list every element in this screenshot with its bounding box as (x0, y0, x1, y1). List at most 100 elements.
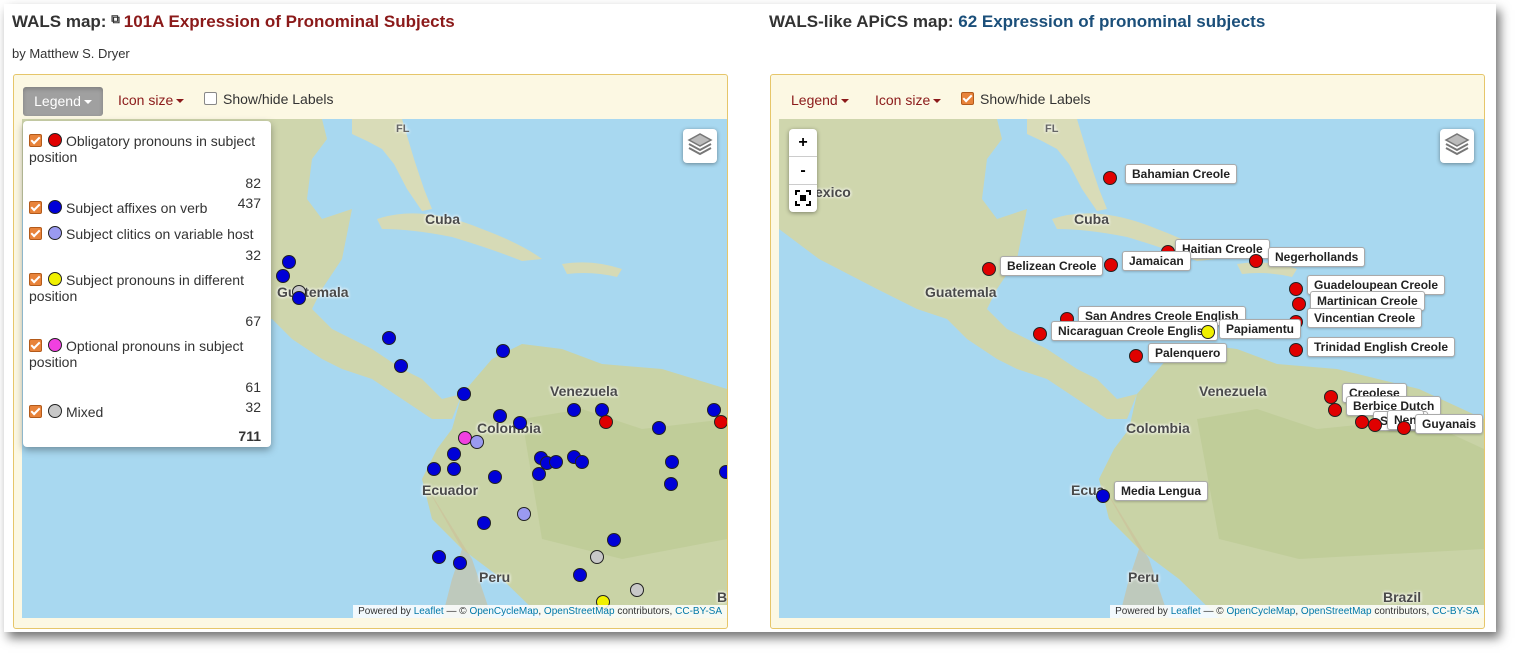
opencyclemap-link[interactable]: OpenCycleMap (1226, 606, 1295, 617)
map-marker[interactable] (292, 291, 306, 305)
show-labels-toggle[interactable]: Show/hide Labels (204, 91, 334, 107)
language-label[interactable]: Trinidad English Creole (1307, 337, 1456, 357)
map-marker[interactable] (630, 583, 644, 597)
map-marker[interactable] (427, 462, 441, 476)
fullscreen-icon (795, 190, 811, 206)
icon-size-dropdown[interactable]: Icon size (118, 92, 185, 108)
map-marker[interactable] (664, 477, 678, 491)
map-marker[interactable] (590, 550, 604, 564)
show-labels-toggle[interactable]: Show/hide Labels (961, 91, 1091, 107)
map-marker[interactable] (982, 262, 996, 276)
language-label[interactable]: Jamaican (1122, 251, 1191, 271)
map-marker[interactable] (1096, 489, 1110, 503)
legend-item[interactable]: Subject pronouns in different position (29, 272, 265, 304)
map-marker[interactable] (719, 465, 727, 479)
icon-size-dropdown[interactable]: Icon size (875, 92, 942, 108)
map-marker[interactable] (447, 462, 461, 476)
language-label[interactable]: Guyanais (1415, 414, 1484, 434)
language-label[interactable]: Papiamentu (1219, 319, 1302, 339)
map-marker[interactable] (1201, 325, 1215, 339)
map-marker[interactable] (573, 568, 587, 582)
legend-checkbox[interactable] (29, 227, 42, 240)
map-marker[interactable] (276, 269, 290, 283)
map-marker[interactable] (382, 331, 396, 345)
map-marker[interactable] (457, 387, 471, 401)
wals-feature-link[interactable]: 101A Expression of Pronominal Subjects (124, 12, 455, 31)
map-marker[interactable] (1328, 403, 1342, 417)
legend-checkbox[interactable] (29, 405, 42, 418)
map-marker[interactable] (1129, 349, 1143, 363)
map-marker[interactable] (470, 435, 484, 449)
layers-control-button[interactable] (683, 129, 717, 163)
map-marker[interactable] (282, 255, 296, 269)
map-marker[interactable] (493, 409, 507, 423)
map-marker[interactable] (1249, 254, 1263, 268)
map-marker[interactable] (665, 455, 679, 469)
legend-item[interactable]: Obligatory pronouns in subject position (29, 133, 265, 165)
legend-item[interactable]: Optional pronouns in subject position (29, 338, 265, 370)
external-link-icon[interactable]: ⧉ (111, 12, 120, 27)
leaflet-link[interactable]: Leaflet (1171, 606, 1201, 617)
legend-count: 67 (245, 313, 261, 329)
map-marker[interactable] (1292, 297, 1306, 311)
language-label[interactable]: Belizean Creole (1000, 256, 1104, 276)
leaflet-link[interactable]: Leaflet (414, 606, 444, 617)
license-link[interactable]: CC-BY-SA (675, 606, 722, 617)
map-marker[interactable] (1355, 415, 1369, 429)
map-marker[interactable] (599, 415, 613, 429)
map-marker[interactable] (1368, 418, 1382, 432)
license-link[interactable]: CC-BY-SA (1432, 606, 1479, 617)
language-label[interactable]: Nicaraguan Creole English (1051, 321, 1218, 341)
map-marker[interactable] (496, 344, 510, 358)
layers-control-button[interactable] (1440, 129, 1474, 163)
map-marker[interactable] (714, 415, 727, 429)
language-label[interactable]: Vincentian Creole (1307, 308, 1423, 328)
map-marker[interactable] (394, 359, 408, 373)
map-marker[interactable] (517, 507, 531, 521)
map-marker[interactable] (1289, 343, 1303, 357)
map-marker[interactable] (575, 455, 589, 469)
openstreetmap-link[interactable]: OpenStreetMap (1301, 606, 1372, 617)
legend-checkbox[interactable] (29, 339, 42, 352)
show-labels-checkbox[interactable] (204, 92, 217, 105)
zoom-in-button[interactable]: + (789, 129, 817, 157)
geo-label-colombia: Colombia (477, 420, 541, 436)
map-marker[interactable] (477, 516, 491, 530)
map-marker[interactable] (453, 556, 467, 570)
map-marker[interactable] (607, 533, 621, 547)
map-marker[interactable] (532, 467, 546, 481)
fullscreen-button[interactable] (789, 185, 817, 212)
map-marker[interactable] (567, 403, 581, 417)
openstreetmap-link[interactable]: OpenStreetMap (544, 606, 615, 617)
language-label[interactable]: Bahamian Creole (1125, 164, 1238, 184)
map-marker[interactable] (432, 550, 446, 564)
geo-label-mexico: exico (815, 184, 851, 200)
map-marker[interactable] (652, 421, 666, 435)
map-marker[interactable] (447, 447, 461, 461)
legend-item[interactable]: Subject affixes on verb (29, 200, 265, 216)
language-label[interactable]: Negerhollands (1268, 247, 1366, 267)
language-label[interactable]: Media Lengua (1114, 481, 1209, 501)
show-labels-checkbox[interactable] (961, 92, 974, 105)
map-marker[interactable] (549, 455, 563, 469)
map-marker[interactable] (513, 416, 527, 430)
apics-feature-link[interactable]: 62 Expression of pronominal subjects (958, 12, 1265, 31)
map-marker[interactable] (488, 470, 502, 484)
legend-checkbox[interactable] (29, 134, 42, 147)
zoom-out-button[interactable]: - (789, 157, 817, 185)
map-marker[interactable] (1104, 258, 1118, 272)
legend-button[interactable]: Legend (23, 87, 103, 116)
map-marker[interactable] (1324, 390, 1338, 404)
legend-checkbox[interactable] (29, 273, 42, 286)
right-map[interactable]: FL exico Cuba Guatemala Venezuela Colomb… (779, 119, 1484, 618)
map-marker[interactable] (1103, 171, 1117, 185)
legend-checkbox[interactable] (29, 201, 42, 214)
map-marker[interactable] (1033, 327, 1047, 341)
legend-item[interactable]: Subject clitics on variable host (29, 226, 265, 242)
legend-item[interactable]: Mixed (29, 404, 265, 420)
legend-dropdown-link[interactable]: Legend (791, 92, 849, 108)
opencyclemap-link[interactable]: OpenCycleMap (469, 606, 538, 617)
map-marker[interactable] (1289, 282, 1303, 296)
language-label[interactable]: Palenquero (1148, 343, 1228, 363)
map-marker[interactable] (1397, 421, 1411, 435)
